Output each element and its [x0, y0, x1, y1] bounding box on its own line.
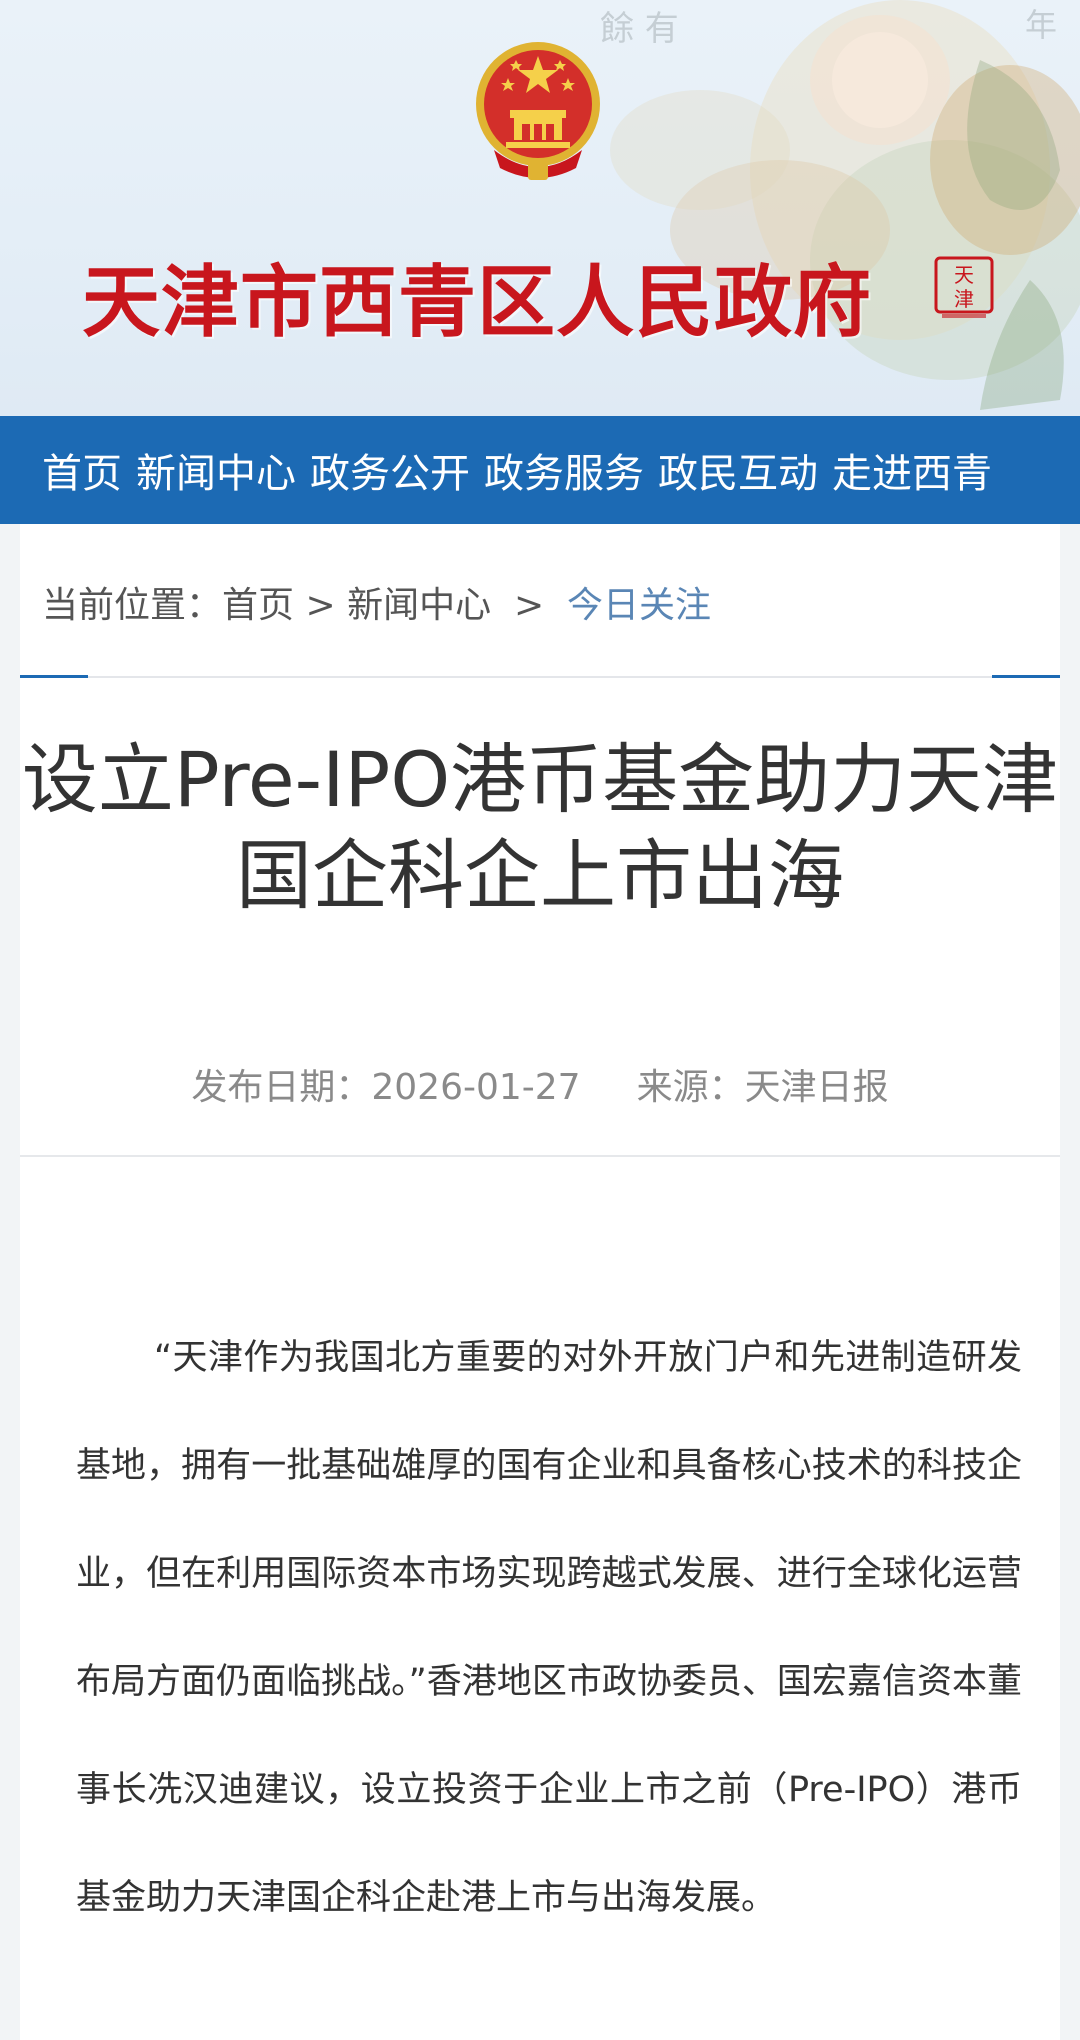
- site-title: 天津市西青区人民政府: [82, 258, 873, 348]
- source-name: 天津日报: [744, 1067, 889, 1108]
- publish-date: 2026-01-27: [371, 1067, 581, 1108]
- svg-text:年: 年: [1025, 6, 1057, 44]
- header-banner: 餘 有 年 天津市西青区人民政府 天 津: [0, 0, 1080, 416]
- nav-item-government-affairs[interactable]: 政务公开: [310, 441, 470, 499]
- article-meta: 发布日期：2026-01-27 来源：天津日报: [20, 1058, 1060, 1110]
- article-title: 设立Pre-IPO港币基金助力天津国企科企上市出海: [21, 735, 1059, 920]
- nav-item-news-center[interactable]: 新闻中心: [136, 441, 296, 499]
- divider-accent-right: [992, 675, 1060, 678]
- publish-date-label: 发布日期：: [191, 1067, 372, 1108]
- meta-divider: [20, 1155, 1060, 1157]
- divider-accent-left: [20, 675, 88, 678]
- article-card: 当前位置：首页 > 新闻中心 > 今日关注 设立Pre-IPO港币基金助力天津国…: [20, 524, 1060, 2040]
- svg-text:天: 天: [954, 263, 974, 287]
- tianjin-seal-logo: 天 津: [934, 256, 994, 318]
- content-area: 当前位置：首页 > 新闻中心 > 今日关注 设立Pre-IPO港币基金助力天津国…: [0, 524, 1080, 2040]
- main-nav: 首页 新闻中心 政务公开 政务服务 政民互动 走进西青: [0, 416, 1080, 524]
- breadcrumb-prefix: 当前位置：: [42, 585, 223, 626]
- nav-item-public-interaction[interactable]: 政民互动: [658, 441, 818, 499]
- breadcrumb: 当前位置：首页 > 新闻中心 > 今日关注: [42, 576, 711, 628]
- source-label: 来源：: [636, 1067, 745, 1108]
- svg-text:津: 津: [954, 287, 974, 311]
- nav-item-government-services[interactable]: 政务服务: [484, 441, 644, 499]
- breadcrumb-news-center-link[interactable]: 新闻中心: [347, 576, 491, 628]
- nav-item-about-xiqing[interactable]: 走进西青: [832, 441, 992, 499]
- breadcrumb-current-link[interactable]: 今日关注: [567, 576, 711, 628]
- svg-text:餘 有: 餘 有: [600, 9, 679, 49]
- national-emblem-icon: [476, 42, 600, 180]
- breadcrumb-divider: [20, 676, 1060, 678]
- article-body-paragraph: “天津作为我国北方重要的对外开放门户和先进制造研发基地，拥有一批基础雄厚的国有企…: [76, 1338, 1022, 1918]
- nav-item-home[interactable]: 首页: [42, 441, 122, 499]
- breadcrumb-home-link[interactable]: 首页: [222, 576, 294, 628]
- breadcrumb-separator: >: [294, 585, 348, 626]
- breadcrumb-separator: >: [491, 585, 568, 626]
